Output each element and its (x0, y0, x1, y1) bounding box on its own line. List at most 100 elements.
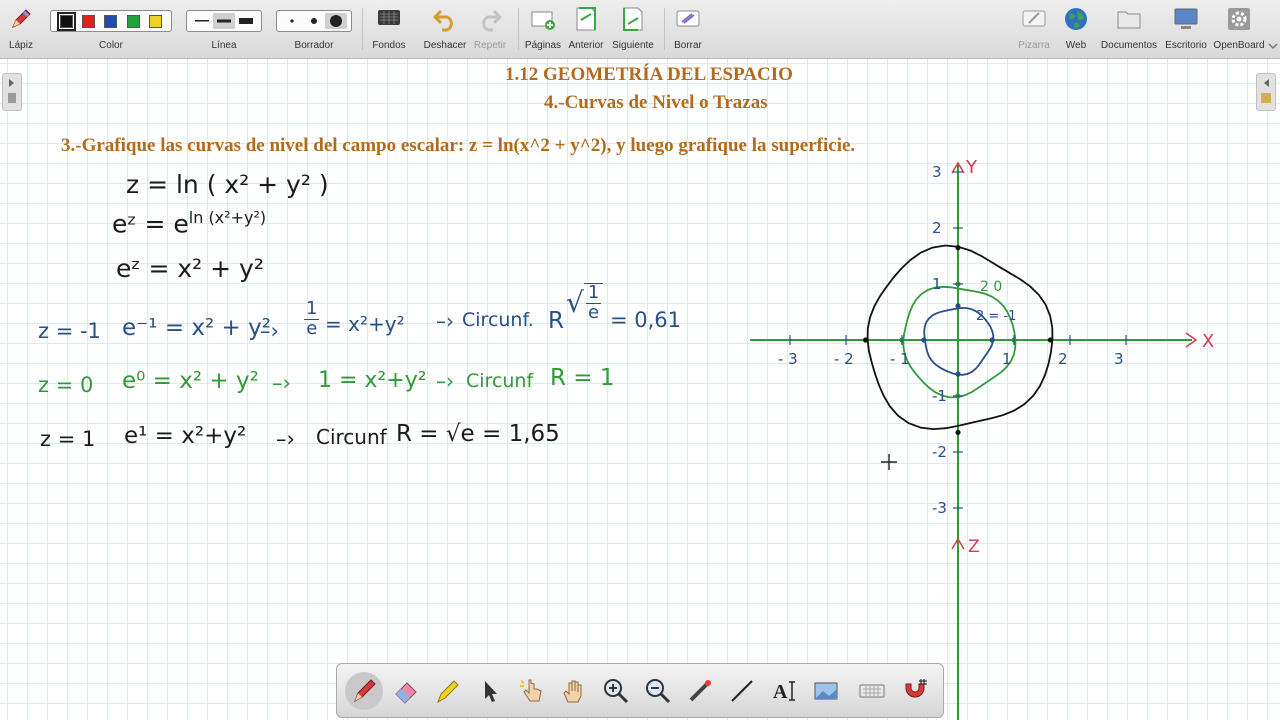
next-page-button[interactable]: Siguiente (608, 0, 658, 58)
line-icon (731, 680, 753, 702)
z-axis-label: Z (968, 537, 980, 557)
chevron-down-icon[interactable] (1268, 42, 1278, 50)
pencil-icon (12, 9, 31, 28)
x-tick-label: - 3 (778, 350, 798, 368)
equation-line-3: eᶻ = x² + y² (116, 254, 264, 283)
redo-icon (482, 9, 502, 32)
eraser-size-palette (276, 10, 352, 32)
level-one-expression: e¹ = x²+y² (124, 423, 247, 449)
level-curve-intercept-dot (955, 429, 961, 435)
clear-button[interactable]: Borrar (668, 0, 708, 58)
svg-text:A: A (773, 681, 788, 703)
desktop-label: Escritorio (1165, 40, 1207, 51)
level-curve-intercept-dot (955, 245, 961, 251)
dock-capture-tool[interactable] (807, 672, 845, 710)
next-label: Siguiente (612, 40, 654, 51)
pointing-hand-icon (520, 679, 542, 702)
level-minus-one-circunf: Circunf. (462, 309, 534, 331)
level-minus-one-z: z = -1 (38, 319, 101, 343)
color-swatch-yellow[interactable] (149, 14, 163, 28)
undo-label: Deshacer (423, 40, 467, 51)
level-curve-intercept-dot (1047, 337, 1053, 343)
dock-line-tool[interactable] (723, 672, 761, 710)
web-button[interactable]: Web (1058, 0, 1094, 58)
undo-button[interactable]: Deshacer (422, 0, 468, 58)
level-minus-one-fraction: 1e (304, 299, 320, 339)
eraser-small-button[interactable] (281, 13, 303, 29)
eraser-group: Borrador (276, 0, 352, 58)
line-thin-icon (195, 20, 209, 22)
board-mode-button[interactable]: Pizarra (1014, 0, 1054, 58)
previous-page-button[interactable]: Anterior (566, 0, 606, 58)
dock-magnet-tool[interactable] (897, 672, 935, 710)
right-panel-toggle[interactable] (1256, 73, 1276, 111)
eraser-label: Borrador (294, 40, 334, 51)
dock-laser-pointer-tool[interactable] (681, 672, 719, 710)
keyboard-icon (859, 684, 885, 698)
dock-interact-tool[interactable] (513, 672, 551, 710)
y-tick-label: -3 (932, 499, 947, 517)
backgrounds-button[interactable]: Fondos (368, 0, 410, 58)
screen-capture-icon (814, 682, 838, 700)
color-group: Color (50, 0, 172, 58)
board-label: Pizarra (1018, 40, 1050, 51)
whiteboard-canvas[interactable]: 1.12 GEOMETRÍA DEL ESPACIO 4.-Curvas de … (0, 59, 1280, 720)
chevron-left-icon (1261, 79, 1271, 103)
dock-zoom-in-tool[interactable] (597, 672, 635, 710)
left-panel-toggle[interactable] (2, 73, 22, 111)
redo-label: Repetir (473, 40, 507, 51)
line-thick-button[interactable] (235, 13, 257, 29)
highlighter-icon (437, 680, 459, 704)
zoom-out-icon (646, 679, 671, 704)
dock-pen-tool[interactable] (345, 672, 383, 710)
toolbar-separator (518, 8, 519, 50)
desktop-button[interactable]: Escritorio (1162, 0, 1210, 58)
dock-hand-tool[interactable] (555, 672, 593, 710)
level-one-circunf: Circunf (316, 425, 387, 449)
magnet-icon (905, 679, 927, 698)
color-swatch-green[interactable] (126, 14, 140, 28)
equation-line-2-exponent: ln (x²+y²) (188, 208, 267, 227)
redo-button[interactable]: Repetir (470, 0, 510, 58)
y-tick-label: -2 (932, 443, 947, 461)
eraser-medium-button[interactable] (303, 13, 325, 29)
page-title: 1.12 GEOMETRÍA DEL ESPACIO (505, 64, 793, 85)
color-swatch-black[interactable] (56, 11, 76, 31)
color-swatch-red[interactable] (82, 14, 96, 28)
toolbar-separator (362, 8, 363, 50)
openboard-button[interactable]: OpenBoard (1212, 0, 1266, 58)
dock-eraser-tool[interactable] (387, 672, 425, 710)
line-medium-button[interactable] (213, 13, 235, 29)
pencil-label: Lápiz (9, 40, 33, 51)
folder-icon (1117, 11, 1141, 29)
dot-large-icon (330, 15, 342, 27)
level-minus-one-sqrt: √ 1 e (566, 283, 604, 323)
level-zero-circunf: Circunf (466, 370, 534, 392)
clear-board-icon (676, 10, 700, 27)
level-curve-intercept-dot (921, 337, 927, 343)
level-minus-one-radius-symbol: R (548, 308, 564, 334)
level-zero-arrow-2: –› (436, 369, 454, 393)
documents-button[interactable]: Documentos (1100, 0, 1158, 58)
x-tick-label: 1 (1002, 350, 1012, 368)
fraction-denominator: e (306, 317, 318, 339)
line-label: Línea (211, 40, 237, 51)
page-subtitle: 4.-Curvas de Nivel o Trazas (544, 92, 768, 113)
pages-button[interactable]: Páginas (522, 0, 564, 58)
dock-keyboard-tool[interactable] (853, 672, 891, 710)
level-one-arrow: –› (276, 427, 295, 451)
dock-selector-tool[interactable] (471, 672, 509, 710)
dock-zoom-out-tool[interactable] (639, 672, 677, 710)
level-minus-one-arrow: –› (260, 319, 279, 343)
pencil-tool[interactable]: Lápiz (4, 0, 38, 58)
dock-text-tool[interactable]: A (765, 672, 803, 710)
eraser-large-button[interactable] (325, 13, 347, 29)
web-label: Web (1065, 40, 1087, 51)
level-curves-graph: X Y Z 2 = -1 2 0 - 3 - 2 - 1 1 2 3 3 2 1 -1 -2 -3 (750, 159, 1214, 720)
pen-icon (354, 679, 376, 703)
dock-highlighter-tool[interactable] (429, 672, 467, 710)
color-swatch-blue[interactable] (104, 14, 118, 28)
line-thin-button[interactable] (191, 13, 213, 29)
main-toolbar: Lápiz Color Línea Borrador Fondos Deshac… (0, 0, 1280, 59)
level-zero-expression: e⁰ = x² + y² (122, 368, 259, 394)
